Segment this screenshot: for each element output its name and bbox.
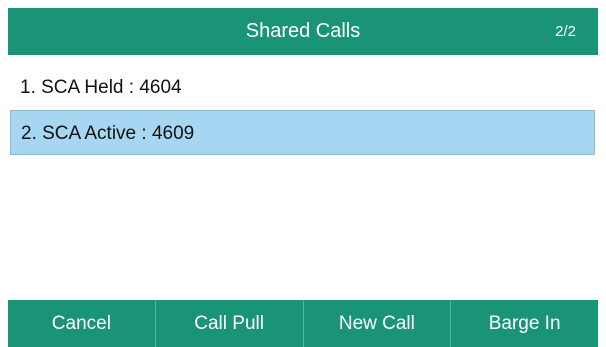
call-pull-softkey[interactable]: Call Pull [154, 300, 303, 347]
title-bar: Shared Calls 2/2 [8, 8, 598, 55]
cancel-softkey[interactable]: Cancel [8, 300, 155, 347]
softkey-bar: Cancel Call Pull New Call Barge In [8, 300, 598, 347]
phone-screen: Shared Calls 2/2 1. SCA Held : 4604 2. S… [0, 0, 606, 347]
page-indicator: 2/2 [555, 23, 576, 40]
shared-calls-panel: Shared Calls 2/2 1. SCA Held : 4604 2. S… [8, 8, 598, 347]
screen-title: Shared Calls [245, 20, 361, 42]
shared-calls-list: 1. SCA Held : 4604 2. SCA Active : 4609 [8, 65, 598, 155]
call-item-active[interactable]: 2. SCA Active : 4609 [10, 110, 595, 155]
call-item-label: 1. SCA Held : 4604 [20, 77, 182, 98]
new-call-softkey[interactable]: New Call [302, 300, 451, 347]
call-item-label: 2. SCA Active : 4609 [21, 123, 195, 144]
barge-in-softkey[interactable]: Barge In [450, 300, 598, 347]
call-item-held[interactable]: 1. SCA Held : 4604 [8, 65, 598, 110]
